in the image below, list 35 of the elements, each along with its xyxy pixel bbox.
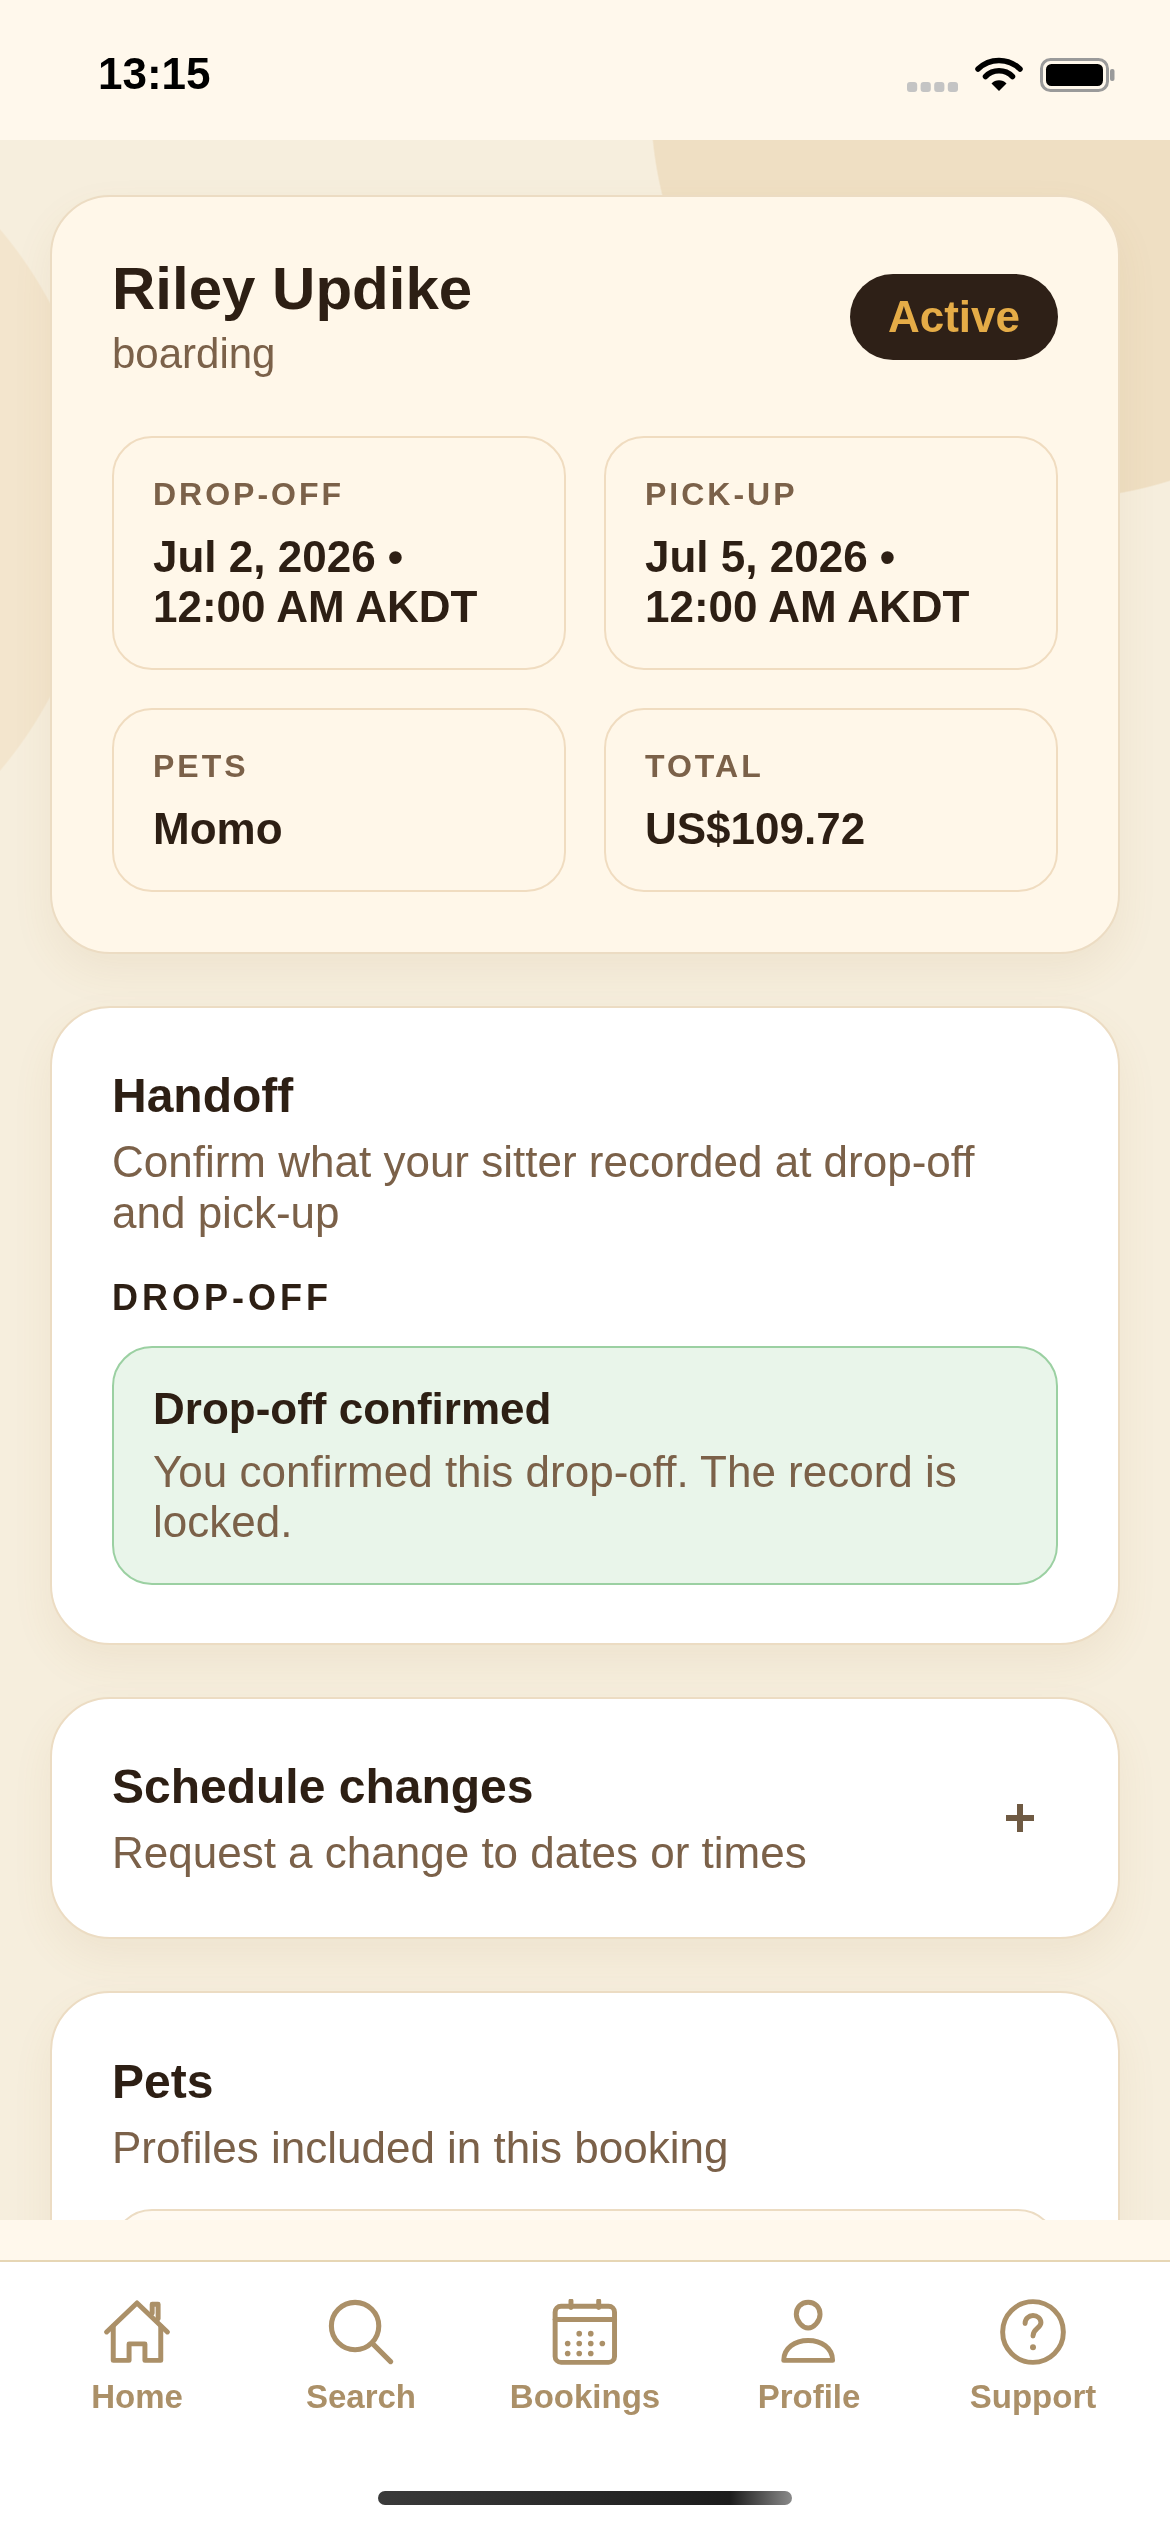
notice-message: You confirmed this drop-off. The record is locked.: [153, 1447, 958, 1547]
search-icon: [328, 2299, 394, 2365]
home-icon: [104, 2299, 170, 2365]
expand-button[interactable]: [1004, 1802, 1036, 1834]
status-time: 13:15: [98, 48, 211, 100]
help-icon: [1000, 2299, 1066, 2365]
detail-value: Jul 2, 2026 • 12:00 AM AKDT: [153, 532, 479, 632]
detail-value: US$109.72: [645, 804, 867, 854]
tab-bar-item[interactable]: Search: [305, 2299, 417, 2417]
card-title: Handoff: [112, 1068, 295, 1124]
card-subtitle: Profiles included in this booking: [112, 2122, 730, 2173]
battery-icon: [1040, 57, 1115, 92]
wifi-icon: [975, 56, 1023, 92]
card-subtitle: Confirm what your sitter recorded at drop-off and pick-up: [112, 1136, 976, 1238]
tab-bar-item[interactable]: Bookings: [509, 2299, 661, 2417]
booking-name: Riley Updike: [112, 255, 473, 323]
tab-bar-item[interactable]: Home: [91, 2299, 183, 2417]
detail-label: TOTAL: [645, 747, 765, 786]
card-title: Schedule changes: [112, 1759, 535, 1815]
section-label: DROP-OFF: [112, 1278, 333, 1318]
tab-bar-item[interactable]: Support: [969, 2299, 1097, 2417]
signal-icon: [907, 81, 958, 92]
status-badge: Active: [849, 274, 1058, 360]
tab-bar-item[interactable]: Profile: [757, 2299, 861, 2417]
notice-title: Drop-off confirmed: [153, 1385, 553, 1433]
detail-label: DROP-OFF: [153, 475, 346, 514]
calendar-icon: [552, 2299, 618, 2365]
card-subtitle: Request a change to dates or times: [112, 1827, 807, 1878]
card-title: Pets: [112, 2054, 215, 2110]
detail-value: Momo: [153, 804, 284, 854]
detail-value: Jul 5, 2026 • 12:00 AM AKDT: [645, 532, 971, 632]
detail-label: PETS: [153, 747, 250, 786]
service-type: boarding: [112, 329, 277, 379]
detail-label: PICK-UP: [645, 475, 799, 514]
plus-icon: [1004, 1802, 1036, 1834]
